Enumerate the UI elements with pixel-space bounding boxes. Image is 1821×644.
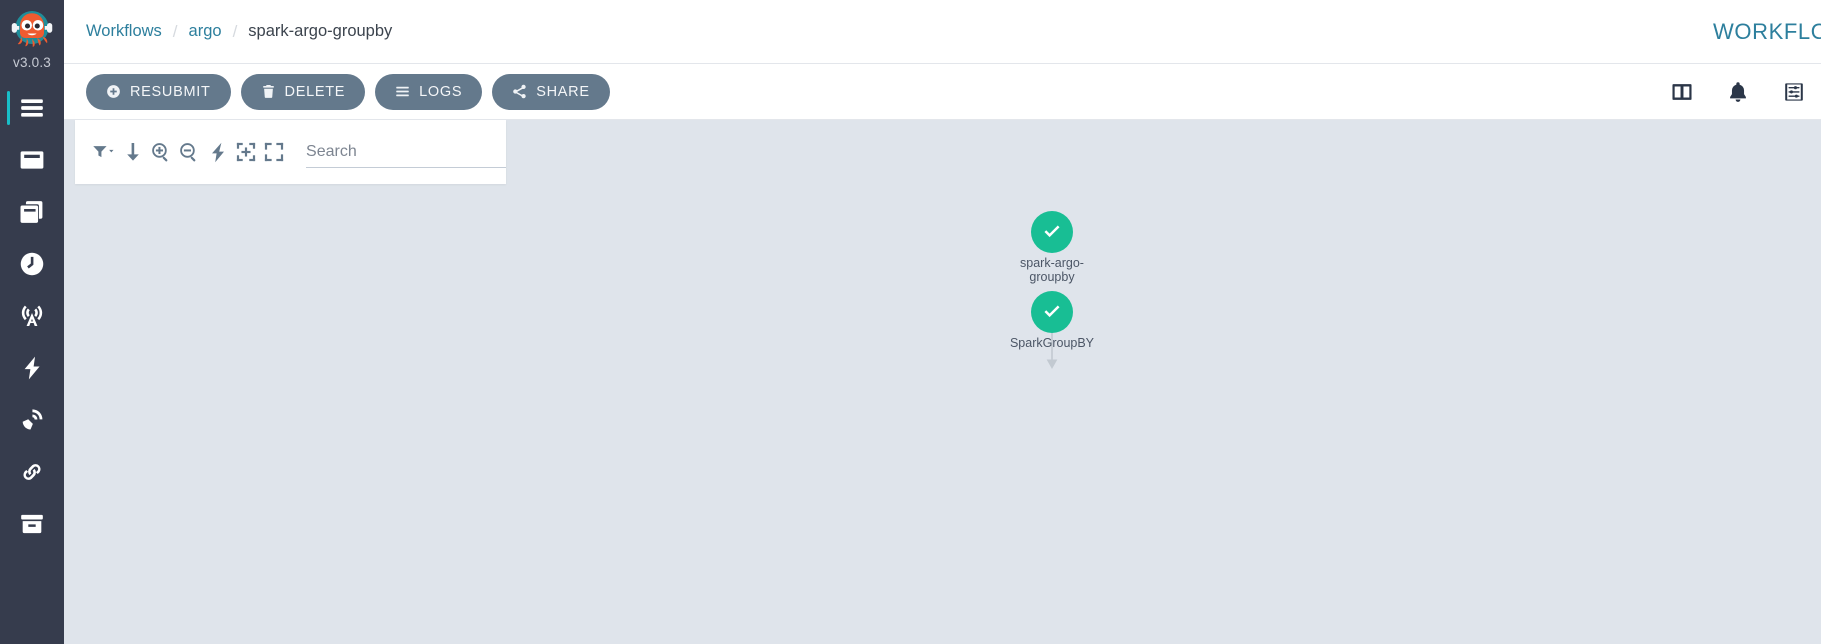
lines-icon xyxy=(396,86,409,97)
sidebar-item-workflow-templates[interactable] xyxy=(0,134,64,186)
workflow-canvas[interactable]: spark-argo-groupby SparkGroupBY xyxy=(64,120,1821,644)
delete-button[interactable]: DELETE xyxy=(240,73,366,110)
logs-button[interactable]: LOGS xyxy=(375,73,483,110)
breadcrumb-separator: / xyxy=(232,21,238,41)
version-label: v3.0.3 xyxy=(13,55,51,70)
resubmit-button-label: RESUBMIT xyxy=(130,83,211,100)
topbar-right: WORKFLOW D xyxy=(1713,0,1821,64)
argo-octopus-logo[interactable] xyxy=(0,0,64,52)
columns-layout-icon-glyph xyxy=(1672,84,1692,100)
sidebar-item-event-flow[interactable] xyxy=(0,290,64,342)
main-area: Workflows / argo / spark-argo-groupby WO… xyxy=(64,0,1821,644)
sidebar-item-pipelines[interactable] xyxy=(0,446,64,498)
node-status-spark-argo-groupby[interactable] xyxy=(1031,211,1073,253)
sidebar-nav xyxy=(0,82,64,550)
sidebar-item-workflows[interactable] xyxy=(0,82,64,134)
bell-icon-glyph xyxy=(1730,82,1746,102)
workflow-graph: spark-argo-groupby SparkGroupBY xyxy=(64,120,1821,644)
check-icon xyxy=(1044,225,1060,238)
active-indicator xyxy=(7,507,10,541)
trash-icon xyxy=(262,85,274,98)
active-indicator xyxy=(7,195,10,229)
hamburger-menu-icon xyxy=(21,99,43,117)
toolbar-right-icons xyxy=(1669,64,1807,120)
node-status-sparkgroupby[interactable] xyxy=(1031,291,1073,333)
copy-stack-icon xyxy=(20,201,43,223)
argo-octopus-logo-icon xyxy=(11,11,53,47)
breadcrumb-item-namespace[interactable]: argo xyxy=(189,22,222,41)
share-icon xyxy=(513,84,526,99)
breadcrumb-item-workflows[interactable]: Workflows xyxy=(86,22,162,41)
delete-button-label: DELETE xyxy=(284,83,346,100)
page-title: WORKFLOW D xyxy=(1713,19,1821,44)
active-indicator xyxy=(7,351,10,385)
topbar: Workflows / argo / spark-argo-groupby WO… xyxy=(64,0,1821,64)
sidebar-item-sensors[interactable] xyxy=(0,394,64,446)
sidebar-item-archived[interactable] xyxy=(0,498,64,550)
sidebar-item-event-sources[interactable] xyxy=(0,342,64,394)
plus-circle-icon xyxy=(107,85,120,98)
breadcrumb-separator: / xyxy=(172,21,178,41)
clock-icon xyxy=(20,252,44,276)
bell-icon[interactable] xyxy=(1725,79,1751,105)
argo-workflows-app: v3.0.3 Workflows / argo / spark-argo-gro… xyxy=(0,0,1821,644)
active-indicator xyxy=(7,91,10,125)
active-indicator xyxy=(7,143,10,177)
sliders-settings-icon-glyph xyxy=(1785,83,1803,101)
active-indicator xyxy=(7,299,10,333)
graph-edges xyxy=(1046,314,1058,370)
active-indicator xyxy=(7,247,10,281)
breadcrumb: Workflows / argo / spark-argo-groupby xyxy=(64,22,392,42)
sidebar-item-cluster-templates[interactable] xyxy=(0,186,64,238)
sidebar: v3.0.3 xyxy=(0,0,64,644)
logs-button-label: LOGS xyxy=(419,83,463,100)
share-button[interactable]: SHARE xyxy=(492,73,610,110)
lightning-bolt-icon xyxy=(24,356,40,380)
action-toolbar: RESUBMIT DELETE LOGS SHARE xyxy=(64,64,1821,120)
active-indicator xyxy=(7,455,10,489)
check-icon xyxy=(1044,305,1060,318)
share-button-label: SHARE xyxy=(536,83,590,100)
sliders-settings-icon[interactable] xyxy=(1781,79,1807,105)
chain-link-icon xyxy=(23,464,41,480)
satellite-dish-icon xyxy=(22,409,43,430)
archive-box-icon xyxy=(21,514,43,534)
columns-layout-icon[interactable] xyxy=(1669,79,1695,105)
broadcast-antenna-icon xyxy=(21,305,43,326)
breadcrumb-item-current: spark-argo-groupby xyxy=(248,22,393,40)
resubmit-button[interactable]: RESUBMIT xyxy=(86,73,231,110)
sidebar-item-cron-workflows[interactable] xyxy=(0,238,64,290)
active-indicator xyxy=(7,403,10,437)
window-icon xyxy=(20,151,44,169)
